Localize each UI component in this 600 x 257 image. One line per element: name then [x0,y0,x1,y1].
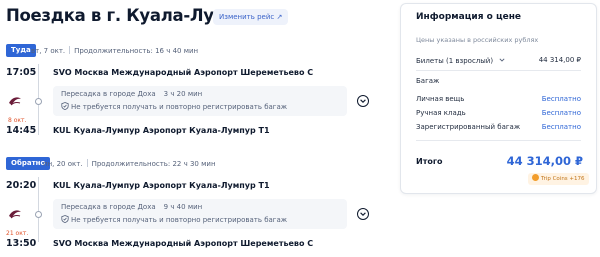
chevron-down-icon [360,99,366,103]
leg-date: пн, 20 окт. [43,160,83,168]
baggage-item-label: Зарегистрированный багаж [416,123,521,131]
baggage-item-value: Бесплатно [541,109,581,117]
baggage-transfer-note: Не требуется получать и повторно регистр… [61,102,287,111]
layover-info: Пересадка в городе Доха 9 ч 40 мин [61,203,202,211]
coin-icon [532,174,539,181]
tickets-label: Билеты (1 взрослый) [416,57,494,65]
baggage-transfer-text: Не требуется получать и повторно регистр… [71,103,288,111]
tickets-price: 44 314,00 ₽ [538,56,581,64]
layover-duration: 3 ч 20 мин [163,90,203,98]
expand-layover-button[interactable] [357,208,369,220]
layover-city: Пересадка в городе Доха [61,203,156,211]
shield-check-icon [61,215,69,223]
total-price: 44 314,00 ₽ [506,154,583,168]
chevron-down-icon [360,212,366,216]
airline-logo-icon [9,97,21,106]
route-line [38,64,39,98]
arrival-airport: SVO Москва Международный Аэропорт Шереме… [53,239,314,248]
baggage-item-label: Ручная кладь [416,109,466,117]
divider [416,140,581,141]
next-day-note: 21 окт. [6,230,29,237]
separator [86,159,88,167]
departure-airport: SVO Москва Международный Аэропорт Шереме… [53,68,314,77]
divider [416,70,581,71]
baggage-item-value: Бесплатно [541,123,581,131]
route-line [38,177,39,211]
arrival-airport: KUL Куала-Лумпур Аэропорт Куала-Лумпур T… [53,126,270,135]
layover-info: Пересадка в городе Доха 3 ч 20 мин [61,90,202,98]
next-day-note: 8 окт. [8,117,27,124]
leg-duration: Продолжительность: 22 ч 30 мин [91,160,216,168]
leg-meta-return: пн, 20 окт. Продолжительность: 22 ч 30 ми… [43,159,216,168]
stop-node [35,98,42,105]
baggage-section-label: Багаж [416,77,440,85]
leg-date: вт, 7 окт. [31,47,66,55]
layover-city: Пересадка в городе Доха [61,90,156,98]
route-line [38,218,39,242]
tickets-toggle[interactable]: Билеты (1 взрослый) [416,56,506,65]
departure-airport: KUL Куала-Лумпур Аэропорт Куала-Лумпур T… [53,181,270,190]
departure-time: 17:05 [6,67,37,78]
separator [69,46,71,54]
leg-duration: Продолжительность: 16 ч 40 мин [74,47,199,55]
baggage-transfer-text: Не требуется получать и повторно регистр… [71,216,288,224]
baggage-item-value: Бесплатно [541,95,581,103]
change-trip-link[interactable]: Изменить рейс ↗ [213,9,289,25]
trip-coins-badge: Trip Coins +176 [528,173,589,185]
baggage-transfer-note: Не требуется получать и повторно регистр… [61,215,287,224]
total-label: Итого [416,157,443,166]
expand-layover-button[interactable] [357,95,369,107]
leg-meta-outbound: вт, 7 окт. Продолжительность: 16 ч 40 мин [31,46,198,55]
stop-node [35,211,42,218]
baggage-item-label: Личная вещь [416,95,465,103]
arrival-time: 13:50 [6,238,37,249]
price-card-title: Информация о цене [416,12,522,22]
route-line [38,105,39,135]
shield-check-icon [61,102,69,110]
layover-duration: 9 ч 40 мин [163,203,203,211]
departure-time: 20:20 [6,180,37,191]
airline-logo-icon [9,210,21,219]
trip-coins-text: Trip Coins +176 [541,176,585,182]
arrival-time: 14:45 [6,125,37,136]
currency-note: Цены указаны в российских рублях [416,36,539,44]
